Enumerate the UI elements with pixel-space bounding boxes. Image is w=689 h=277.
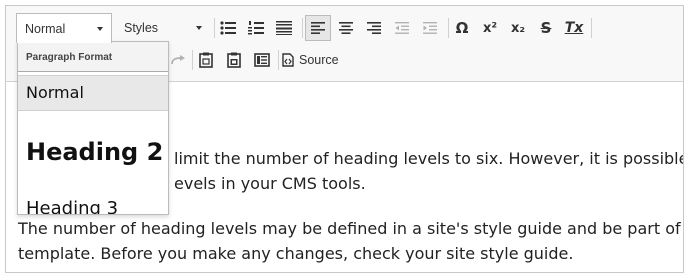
paragraph-format-menu: Paragraph Format Normal Heading 2 Headin… <box>17 41 169 215</box>
subscript-icon: x₂ <box>510 20 526 36</box>
align-left-button[interactable] <box>305 15 331 41</box>
omega-icon: Ω <box>455 19 469 37</box>
chevron-down-icon <box>196 26 202 30</box>
redo-icon <box>171 55 185 65</box>
outdent-icon <box>395 22 409 34</box>
media-embed-button[interactable] <box>250 48 274 72</box>
align-right-icon <box>367 22 381 34</box>
source-button-label: Source <box>299 53 339 67</box>
indent-icon <box>423 22 437 34</box>
format-option-normal[interactable]: Normal <box>18 75 168 111</box>
numbered-list-icon <box>248 21 264 35</box>
horizontal-rule-icon <box>276 21 292 35</box>
clipboard-word-icon <box>227 52 241 68</box>
toolbar-separator <box>591 18 592 38</box>
paragraph-2-line-1: The number of heading levels may be defi… <box>18 219 684 238</box>
align-right-button[interactable] <box>362 16 386 40</box>
media-embed-icon <box>254 53 270 67</box>
paragraph-format-menu-header: Paragraph Format <box>18 42 168 72</box>
toolbar-separator <box>214 18 215 38</box>
source-code-icon <box>282 53 294 67</box>
toolbar-separator <box>278 50 279 70</box>
format-option-heading-2[interactable]: Heading 2 <box>18 132 168 172</box>
styles-dropdown[interactable]: Styles <box>116 13 210 43</box>
strikethrough-button[interactable]: S <box>534 16 558 40</box>
paragraph-2-line-2: template. Before you make any changes, c… <box>18 244 574 263</box>
horizontal-rule-button[interactable] <box>272 16 296 40</box>
outdent-button[interactable] <box>390 16 414 40</box>
rich-text-editor: Normal Styles Ω x² x₂ S Tx Source limit … <box>5 5 684 273</box>
subscript-button[interactable]: x₂ <box>506 16 530 40</box>
redo-button[interactable] <box>166 48 190 72</box>
paragraph-format-value: Normal <box>25 21 66 36</box>
bulleted-list-button[interactable] <box>216 16 240 40</box>
toolbar-separator <box>448 18 449 38</box>
styles-value: Styles <box>124 21 159 35</box>
special-character-button[interactable]: Ω <box>450 16 474 40</box>
superscript-button[interactable]: x² <box>478 16 502 40</box>
toolbar-separator <box>302 18 303 38</box>
paragraph-1-line-1: limit the number of heading levels to si… <box>174 149 684 168</box>
remove-format-icon: Tx <box>564 20 584 36</box>
source-button[interactable]: Source <box>282 48 339 72</box>
superscript-icon: x² <box>482 20 498 36</box>
chevron-down-icon <box>97 27 103 31</box>
strikethrough-icon: S <box>540 19 552 37</box>
indent-button[interactable] <box>418 16 442 40</box>
bulleted-list-icon <box>220 21 236 35</box>
paragraph-1-line-2: evels in your CMS tools. <box>174 174 366 193</box>
paragraph-format-dropdown[interactable]: Normal <box>16 13 112 43</box>
clipboard-icon <box>199 52 213 68</box>
paste-button[interactable] <box>194 48 218 72</box>
paste-from-word-button[interactable] <box>222 48 246 72</box>
toolbar-separator <box>192 50 193 70</box>
align-center-button[interactable] <box>334 16 358 40</box>
align-left-icon <box>311 22 325 34</box>
numbered-list-button[interactable] <box>244 16 268 40</box>
align-center-icon <box>339 22 353 34</box>
remove-format-button[interactable]: Tx <box>562 16 586 40</box>
format-option-heading-3[interactable]: Heading 3 <box>18 194 168 214</box>
